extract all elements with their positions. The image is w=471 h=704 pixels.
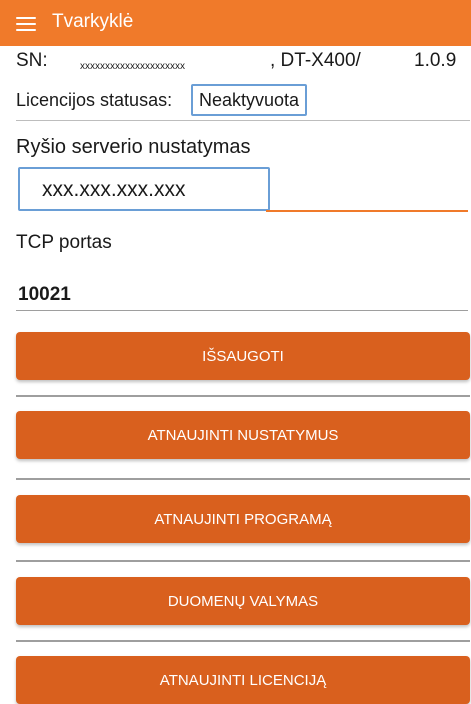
server-settings-label: Ryšio serverio nustatymas: [16, 136, 251, 158]
serial-number-label: SN:: [16, 50, 48, 71]
app-version: 1.0.9: [414, 50, 457, 71]
divider: [16, 640, 470, 642]
serial-number-value: xxxxxxxxxxxxxxxxxxxxx: [80, 61, 185, 72]
license-status-value: Neaktyvuota: [191, 84, 308, 116]
server-address-input[interactable]: xxx.xxx.xxx.xxx: [18, 167, 270, 211]
server-address-value: xxx.xxx.xxx.xxx: [42, 178, 186, 201]
divider: [16, 395, 470, 397]
update-program-button[interactable]: ATNAUJINTI PROGRAMĄ: [16, 495, 470, 543]
hamburger-menu-icon[interactable]: [16, 17, 36, 31]
divider: [16, 478, 470, 480]
app-title: Tvarkyklė: [52, 11, 134, 32]
divider: [16, 560, 470, 562]
save-button[interactable]: IŠSAUGOTI: [16, 332, 470, 380]
tcp-port-input[interactable]: 10021: [18, 284, 71, 306]
server-input-underline: [266, 210, 468, 212]
update-license-button[interactable]: ATNAUJINTI LICENCIJĄ: [16, 656, 470, 704]
app-bar: Tvarkyklė: [0, 0, 471, 46]
tcp-port-label: TCP portas: [16, 232, 112, 253]
clear-data-button[interactable]: DUOMENŲ VALYMAS: [16, 577, 470, 625]
update-settings-button[interactable]: ATNAUJINTI NUSTATYMUS: [16, 411, 470, 459]
divider: [16, 120, 470, 121]
device-info-row: SN: xxxxxxxxxxxxxxxxxxxxx , DT-X400/ 1.0…: [16, 46, 471, 82]
license-status-label: Licencijos statusas:: [16, 90, 173, 110]
device-model: , DT-X400/: [270, 50, 361, 71]
tcp-port-underline: [16, 310, 468, 311]
